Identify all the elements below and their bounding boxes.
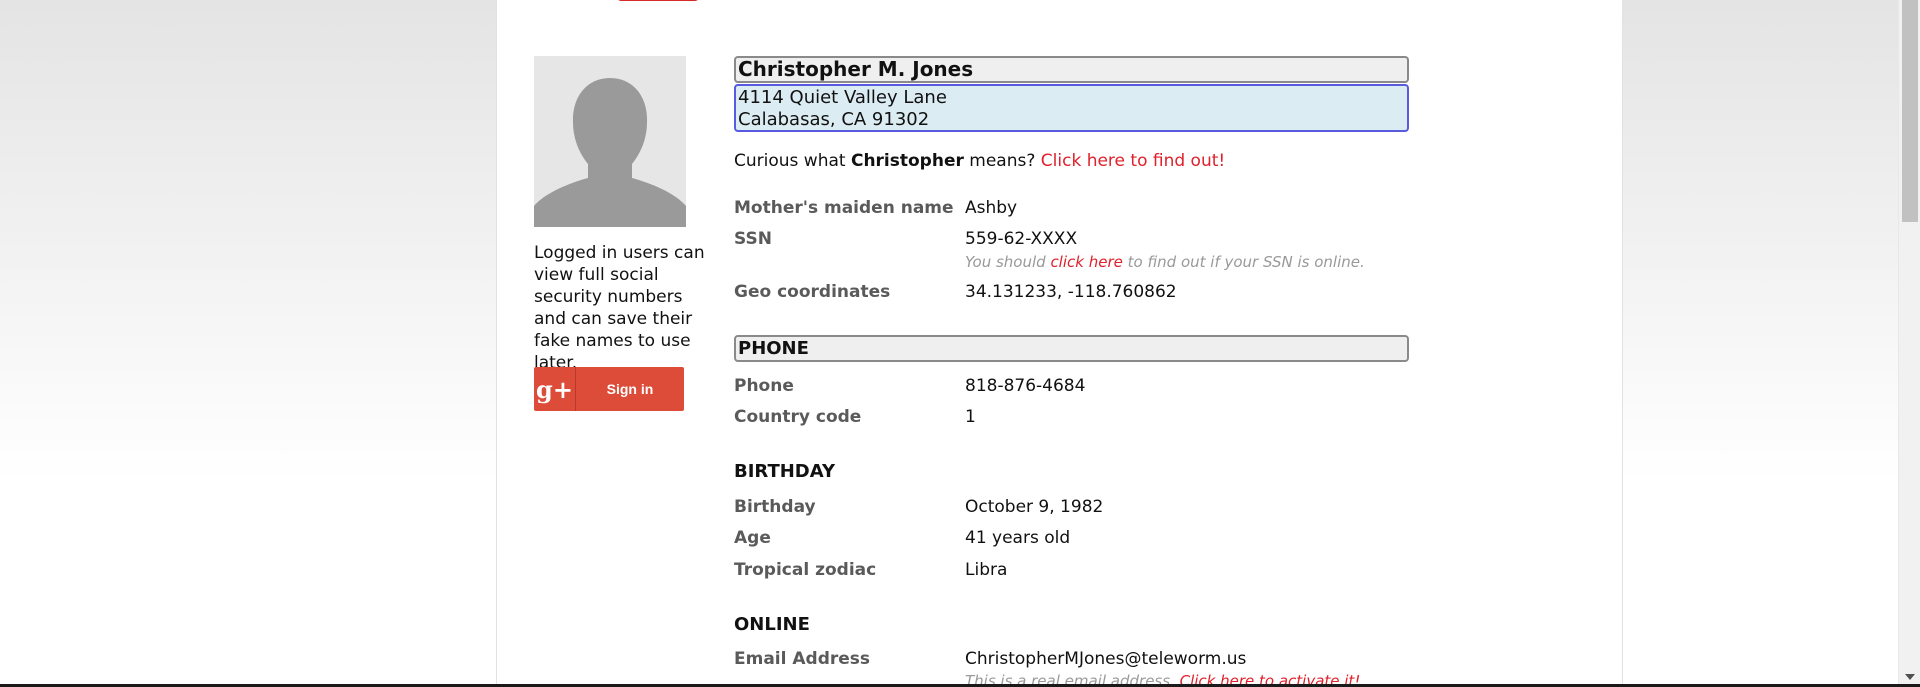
curious-first-name: Christopher: [850, 151, 964, 171]
avatar: [534, 56, 686, 227]
address-block: 4114 Quiet Valley Lane Calabasas, CA 913…: [734, 84, 1409, 132]
zodiac-label: Tropical zodiac: [734, 560, 877, 580]
avatar-silhouette-icon: [534, 56, 686, 227]
country-code-label: Country code: [734, 407, 862, 427]
email-label: Email Address: [734, 649, 871, 669]
name-meaning-prompt: Curious what Christopher means? Click he…: [734, 150, 1225, 172]
google-plus-icon: g+: [534, 367, 576, 411]
ssn-hint-suffix: to find out if your SSN is online.: [1122, 253, 1365, 271]
phone-value: 818-876-4684: [965, 376, 1086, 396]
ssn-label: SSN: [734, 229, 772, 249]
scrollbar-thumb[interactable]: [1902, 0, 1918, 222]
scroll-down-arrow-icon[interactable]: [1905, 674, 1915, 680]
ssn-hint: You should click here to find out if you…: [965, 252, 1365, 272]
age-label: Age: [734, 528, 771, 548]
address-line-2: Calabasas, CA 91302: [738, 109, 930, 130]
country-code-value: 1: [965, 407, 976, 427]
online-section-header: ONLINE: [734, 614, 810, 635]
email-value: ChristopherMJones@teleworm.us: [965, 649, 1247, 669]
ssn-hint-prefix: You should: [965, 253, 1051, 271]
signin-label: Sign in: [606, 381, 654, 397]
login-note: Logged in users can view full social sec…: [534, 243, 705, 373]
name-meaning-link[interactable]: Click here to find out!: [1041, 151, 1225, 171]
birthday-value: October 9, 1982: [965, 497, 1104, 517]
ssn-check-link[interactable]: click here: [1050, 253, 1122, 271]
vertical-scrollbar[interactable]: [1898, 0, 1920, 684]
maiden-name-value: Ashby: [965, 198, 1018, 218]
person-name: Christopher M. Jones: [734, 56, 1409, 83]
ssn-value: 559-62-XXXX: [965, 229, 1078, 249]
birthday-section-header: BIRTHDAY: [734, 461, 835, 482]
phone-section-header: PHONE: [734, 335, 1409, 362]
age-value: 41 years old: [965, 528, 1071, 548]
birthday-label: Birthday: [734, 497, 816, 517]
geo-coordinates-link[interactable]: 34.131233, -118.760862: [965, 281, 1177, 303]
maiden-name-label: Mother's maiden name: [734, 198, 954, 218]
google-signin-button[interactable]: g+ Sign in: [534, 367, 684, 411]
geo-label: Geo coordinates: [734, 282, 891, 302]
top-tab-fragment[interactable]: [617, 0, 699, 1]
curious-middle: means?: [963, 151, 1041, 171]
address-line-1: 4114 Quiet Valley Lane: [738, 87, 947, 108]
curious-prefix: Curious what: [734, 151, 851, 171]
zodiac-value: Libra: [965, 560, 1008, 580]
phone-label: Phone: [734, 376, 794, 396]
